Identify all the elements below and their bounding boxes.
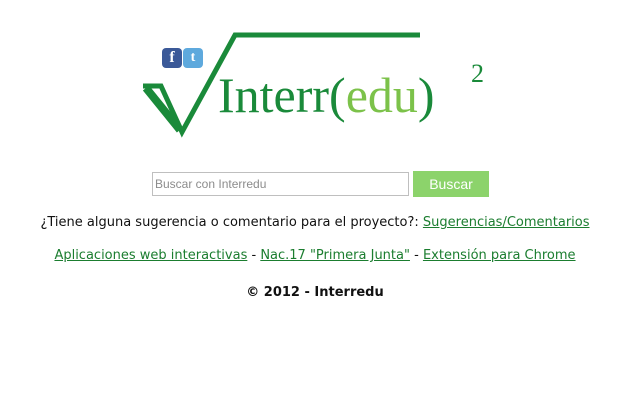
brand-paren-close: ) — [418, 67, 435, 123]
apps-link[interactable]: Aplicaciones web interactivas — [54, 248, 247, 263]
feedback-line: ¿Tiene alguna sugerencia o comentario pa… — [0, 215, 630, 230]
search-input[interactable] — [152, 172, 409, 196]
search-bar: Buscar — [152, 171, 489, 197]
feedback-text: ¿Tiene alguna sugerencia o comentario pa… — [40, 215, 423, 230]
links-line: Aplicaciones web interactivas - Nac.17 "… — [0, 248, 630, 263]
separator: - — [247, 248, 261, 263]
nac-link[interactable]: Nac.17 "Primera Junta" — [260, 248, 410, 263]
separator: - — [409, 248, 423, 263]
logo-graphic: Interr(edu) 2 — [142, 32, 484, 138]
brand-text: Interr(edu) — [218, 67, 435, 123]
social-icons: f t — [162, 48, 203, 68]
brand-inner: edu — [346, 67, 418, 123]
brand-paren-open: ( — [329, 67, 346, 123]
search-button[interactable]: Buscar — [413, 171, 489, 197]
chrome-extension-link[interactable]: Extensión para Chrome — [423, 248, 576, 263]
page: Interr(edu) 2 f t Buscar ¿Tiene alguna s… — [0, 0, 630, 399]
brand-open: Interr — [218, 67, 329, 123]
feedback-link[interactable]: Sugerencias/Comentarios — [423, 215, 590, 230]
superscript: 2 — [471, 59, 484, 88]
logo: Interr(edu) 2 f t — [0, 0, 630, 145]
twitter-icon[interactable]: t — [183, 48, 203, 68]
facebook-icon[interactable]: f — [162, 48, 182, 68]
copyright: © 2012 - Interredu — [246, 285, 384, 300]
